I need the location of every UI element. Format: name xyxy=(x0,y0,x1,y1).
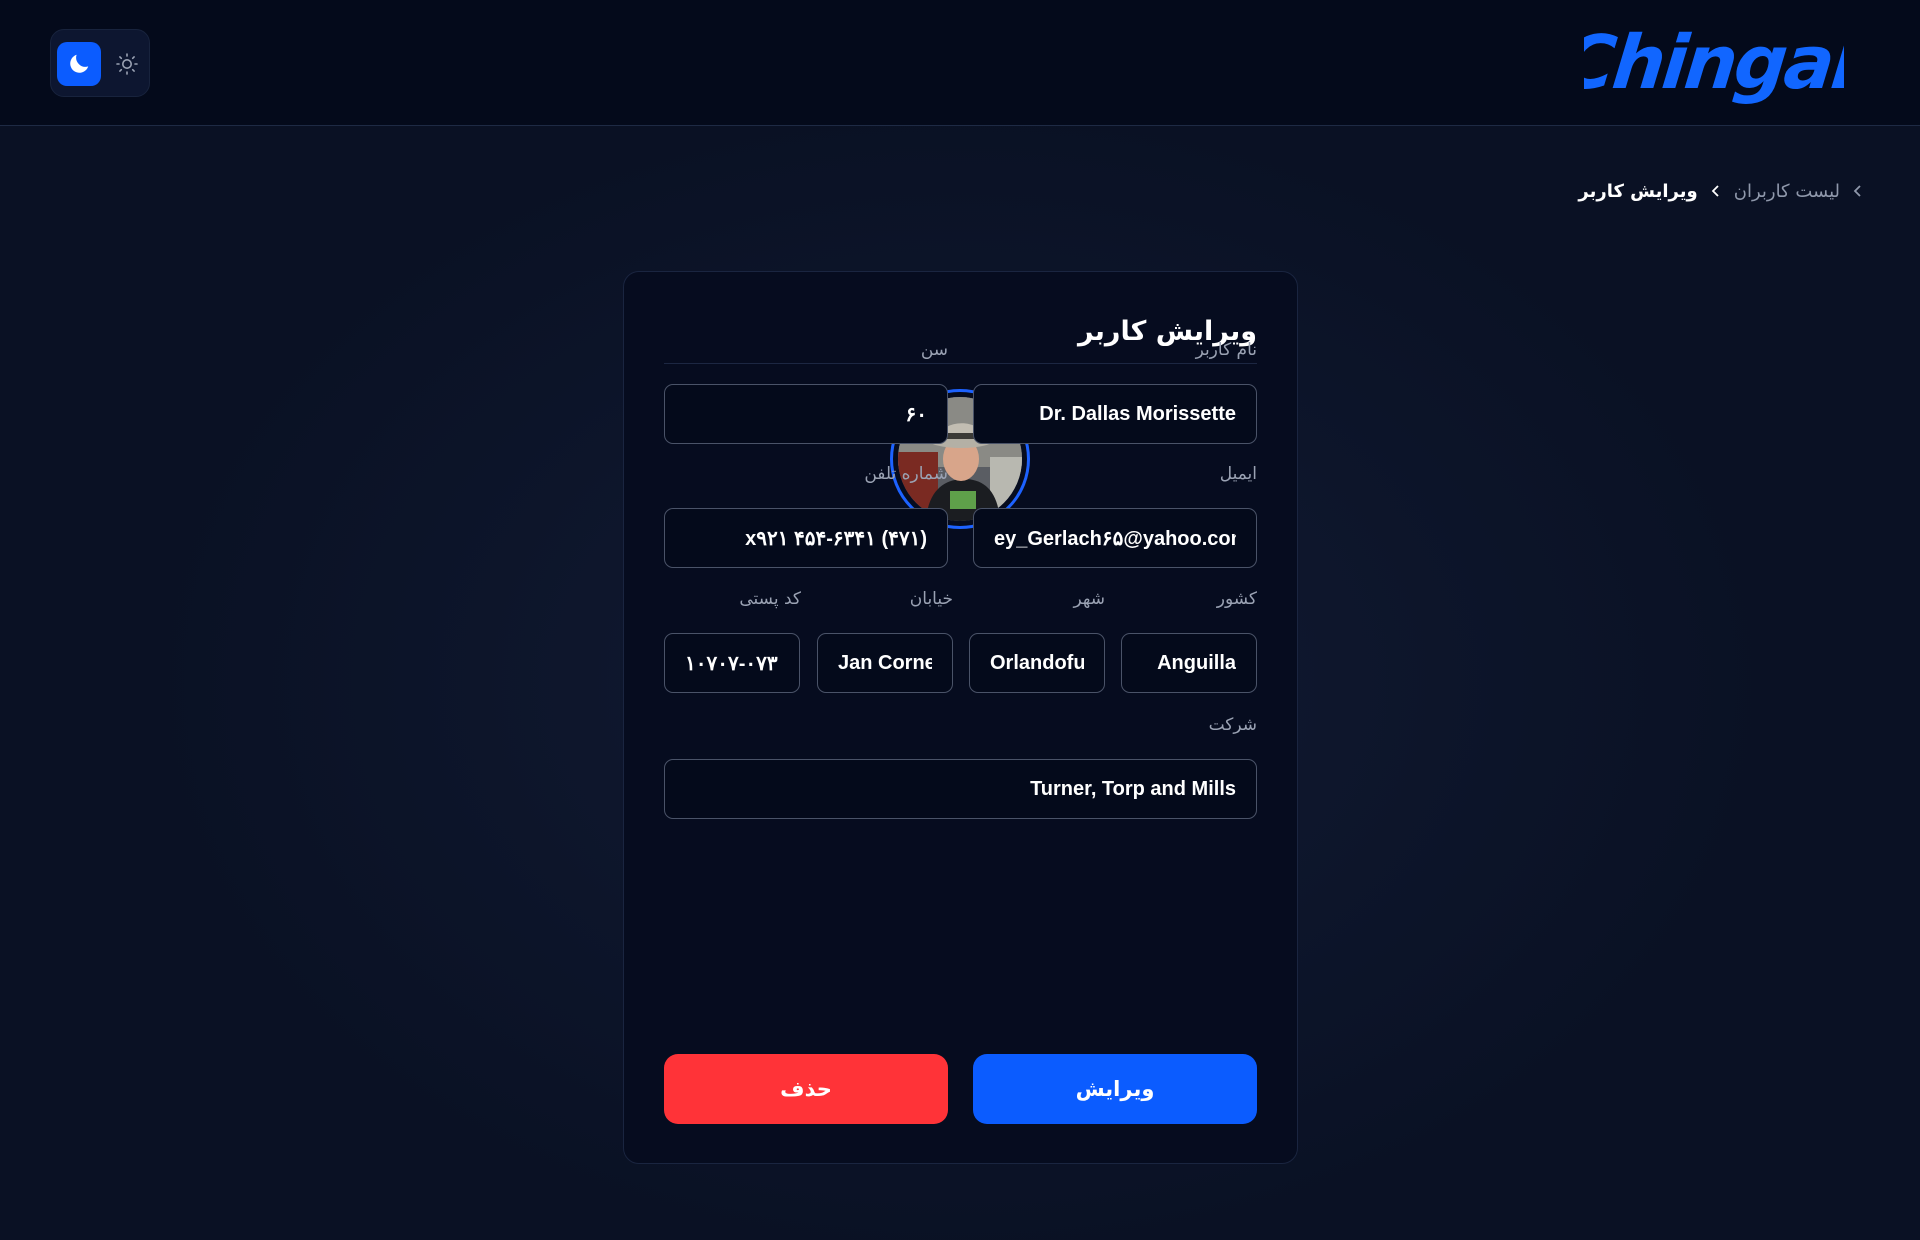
edit-user-card: ویرایش کاربر نام کاربر Dr. Dallas Moriss… xyxy=(623,271,1298,1164)
phone-input[interactable] xyxy=(664,508,948,568)
breadcrumb: لیست کاربران ویرایش کاربر xyxy=(1578,176,1864,206)
age-input[interactable] xyxy=(664,384,948,444)
moon-icon xyxy=(70,54,89,73)
email-input[interactable] xyxy=(973,508,1257,568)
light-mode-button[interactable] xyxy=(109,42,145,86)
country-input[interactable] xyxy=(1121,633,1257,693)
country-label: کشور xyxy=(1216,589,1257,609)
theme-toggle[interactable] xyxy=(50,29,150,97)
sun-icon xyxy=(116,53,138,75)
chingal-logo[interactable]: Chingal xyxy=(1584,4,1844,124)
postal-input[interactable] xyxy=(664,633,800,693)
postal-label: کد پستی xyxy=(739,589,801,609)
city-label: شهر xyxy=(1073,589,1105,609)
company-label: شرکت xyxy=(1208,715,1257,735)
age-label: سن xyxy=(920,340,948,360)
city-input[interactable] xyxy=(969,633,1105,693)
page: Chingal لیست کاربران ویرایش کاربر ویرایش… xyxy=(0,0,1920,1240)
top-header: Chingal xyxy=(0,0,1920,126)
street-input[interactable] xyxy=(817,633,953,693)
username-label: نام کاربر xyxy=(1195,340,1257,360)
edit-button[interactable]: ویرایش xyxy=(973,1054,1257,1124)
email-label: ایمیل xyxy=(1219,464,1257,484)
phone-label: شماره تلفن xyxy=(864,464,948,484)
username-input[interactable] xyxy=(973,384,1257,444)
breadcrumb-users-list[interactable]: لیست کاربران xyxy=(1734,181,1840,202)
title-divider xyxy=(664,363,1257,364)
chevron-left-icon xyxy=(1852,184,1864,198)
company-input[interactable] xyxy=(664,759,1257,819)
dark-mode-button[interactable] xyxy=(57,42,101,86)
delete-button[interactable]: حذف xyxy=(664,1054,948,1124)
chevron-left-icon xyxy=(1710,184,1722,198)
street-label: خیابان xyxy=(909,589,953,609)
breadcrumb-current: ویرایش کاربر xyxy=(1578,180,1698,202)
logo-text: Chingal xyxy=(1584,20,1844,106)
